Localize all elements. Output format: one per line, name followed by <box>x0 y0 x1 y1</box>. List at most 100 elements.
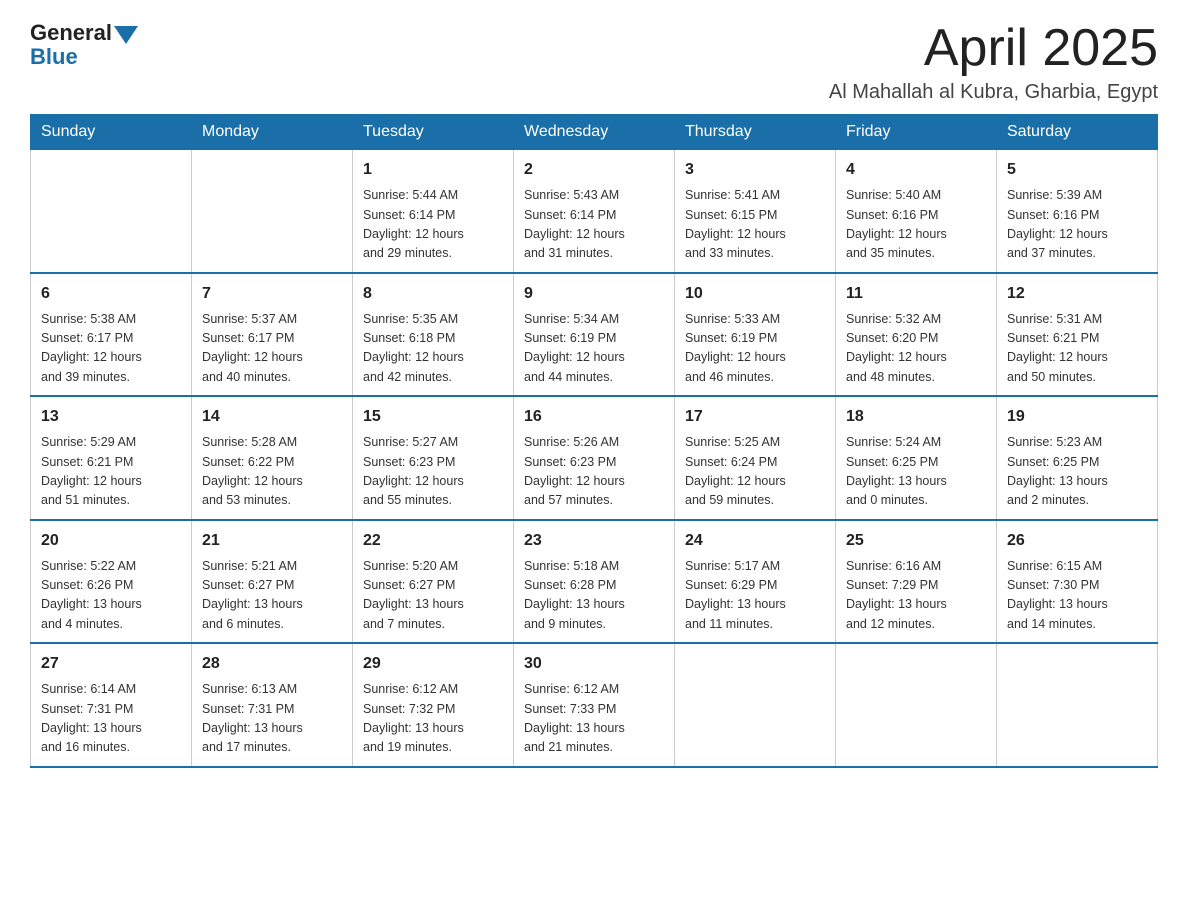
day-number: 3 <box>685 158 825 182</box>
day-info: Sunrise: 5:35 AMSunset: 6:18 PMDaylight:… <box>363 310 503 388</box>
calendar-cell: 1 Sunrise: 5:44 AMSunset: 6:14 PMDaylight… <box>353 150 514 273</box>
calendar-cell: 6 Sunrise: 5:38 AMSunset: 6:17 PMDaylight… <box>31 273 192 397</box>
day-number: 28 <box>202 652 342 676</box>
logo-text-blue: Blue <box>30 44 138 70</box>
day-number: 14 <box>202 405 342 429</box>
day-info: Sunrise: 5:28 AMSunset: 6:22 PMDaylight:… <box>202 433 342 511</box>
calendar-cell: 18 Sunrise: 5:24 AMSunset: 6:25 PMDayligh… <box>836 396 997 520</box>
calendar-cell: 8 Sunrise: 5:35 AMSunset: 6:18 PMDaylight… <box>353 273 514 397</box>
weekday-header-wednesday: Wednesday <box>514 115 675 150</box>
day-info: Sunrise: 6:12 AMSunset: 7:33 PMDaylight:… <box>524 680 664 758</box>
day-info: Sunrise: 6:14 AMSunset: 7:31 PMDaylight:… <box>41 680 181 758</box>
day-info: Sunrise: 6:15 AMSunset: 7:30 PMDaylight:… <box>1007 557 1147 635</box>
calendar-cell: 15 Sunrise: 5:27 AMSunset: 6:23 PMDayligh… <box>353 396 514 520</box>
day-number: 15 <box>363 405 503 429</box>
calendar-table: SundayMondayTuesdayWednesdayThursdayFrid… <box>30 114 1158 768</box>
day-number: 2 <box>524 158 664 182</box>
day-info: Sunrise: 5:44 AMSunset: 6:14 PMDaylight:… <box>363 186 503 264</box>
day-info: Sunrise: 6:12 AMSunset: 7:32 PMDaylight:… <box>363 680 503 758</box>
calendar-cell: 16 Sunrise: 5:26 AMSunset: 6:23 PMDayligh… <box>514 396 675 520</box>
day-number: 22 <box>363 529 503 553</box>
day-number: 16 <box>524 405 664 429</box>
day-info: Sunrise: 5:43 AMSunset: 6:14 PMDaylight:… <box>524 186 664 264</box>
calendar-cell: 27Sunrise: 6:14 AMSunset: 7:31 PMDayligh… <box>31 643 192 767</box>
day-number: 6 <box>41 282 181 306</box>
calendar-cell: 3 Sunrise: 5:41 AMSunset: 6:15 PMDaylight… <box>675 150 836 273</box>
page-header: General Blue April 2025 Al Mahallah al K… <box>30 20 1158 104</box>
day-number: 30 <box>524 652 664 676</box>
weekday-header-saturday: Saturday <box>997 115 1158 150</box>
day-info: Sunrise: 5:33 AMSunset: 6:19 PMDaylight:… <box>685 310 825 388</box>
calendar-week-row: 20Sunrise: 5:22 AMSunset: 6:26 PMDayligh… <box>31 520 1158 644</box>
calendar-subtitle: Al Mahallah al Kubra, Gharbia, Egypt <box>829 81 1158 104</box>
day-info: Sunrise: 5:38 AMSunset: 6:17 PMDaylight:… <box>41 310 181 388</box>
calendar-cell: 21 Sunrise: 5:21 AMSunset: 6:27 PMDayligh… <box>192 520 353 644</box>
day-number: 25 <box>846 529 986 553</box>
day-info: Sunrise: 5:29 AMSunset: 6:21 PMDaylight:… <box>41 433 181 511</box>
day-number: 12 <box>1007 282 1147 306</box>
day-info: Sunrise: 6:16 AMSunset: 7:29 PMDaylight:… <box>846 557 986 635</box>
calendar-cell: 26 Sunrise: 6:15 AMSunset: 7:30 PMDayligh… <box>997 520 1158 644</box>
calendar-cell <box>675 643 836 767</box>
day-info: Sunrise: 5:27 AMSunset: 6:23 PMDaylight:… <box>363 433 503 511</box>
calendar-cell <box>997 643 1158 767</box>
day-number: 11 <box>846 282 986 306</box>
calendar-cell: 11Sunrise: 5:32 AMSunset: 6:20 PMDayligh… <box>836 273 997 397</box>
day-info: Sunrise: 5:24 AMSunset: 6:25 PMDaylight:… <box>846 433 986 511</box>
calendar-week-row: 1 Sunrise: 5:44 AMSunset: 6:14 PMDaylight… <box>31 150 1158 273</box>
calendar-cell: 14 Sunrise: 5:28 AMSunset: 6:22 PMDayligh… <box>192 396 353 520</box>
calendar-cell <box>192 150 353 273</box>
calendar-cell: 24 Sunrise: 5:17 AMSunset: 6:29 PMDayligh… <box>675 520 836 644</box>
weekday-header-friday: Friday <box>836 115 997 150</box>
day-number: 21 <box>202 529 342 553</box>
day-info: Sunrise: 5:17 AMSunset: 6:29 PMDaylight:… <box>685 557 825 635</box>
calendar-week-row: 6 Sunrise: 5:38 AMSunset: 6:17 PMDaylight… <box>31 273 1158 397</box>
weekday-header-sunday: Sunday <box>31 115 192 150</box>
calendar-cell <box>31 150 192 273</box>
day-info: Sunrise: 5:18 AMSunset: 6:28 PMDaylight:… <box>524 557 664 635</box>
weekday-header-thursday: Thursday <box>675 115 836 150</box>
day-info: Sunrise: 5:41 AMSunset: 6:15 PMDaylight:… <box>685 186 825 264</box>
calendar-cell: 7 Sunrise: 5:37 AMSunset: 6:17 PMDaylight… <box>192 273 353 397</box>
calendar-cell: 23 Sunrise: 5:18 AMSunset: 6:28 PMDayligh… <box>514 520 675 644</box>
logo-text-general: General <box>30 20 112 46</box>
calendar-cell: 4 Sunrise: 5:40 AMSunset: 6:16 PMDaylight… <box>836 150 997 273</box>
day-number: 4 <box>846 158 986 182</box>
day-number: 8 <box>363 282 503 306</box>
calendar-cell: 10 Sunrise: 5:33 AMSunset: 6:19 PMDayligh… <box>675 273 836 397</box>
logo-triangle-icon <box>114 26 138 44</box>
day-number: 9 <box>524 282 664 306</box>
day-number: 23 <box>524 529 664 553</box>
day-info: Sunrise: 5:21 AMSunset: 6:27 PMDaylight:… <box>202 557 342 635</box>
day-number: 18 <box>846 405 986 429</box>
calendar-cell: 19 Sunrise: 5:23 AMSunset: 6:25 PMDayligh… <box>997 396 1158 520</box>
calendar-cell: 28Sunrise: 6:13 AMSunset: 7:31 PMDayligh… <box>192 643 353 767</box>
day-number: 24 <box>685 529 825 553</box>
day-number: 26 <box>1007 529 1147 553</box>
calendar-cell: 29Sunrise: 6:12 AMSunset: 7:32 PMDayligh… <box>353 643 514 767</box>
day-number: 5 <box>1007 158 1147 182</box>
calendar-cell <box>836 643 997 767</box>
day-info: Sunrise: 5:23 AMSunset: 6:25 PMDaylight:… <box>1007 433 1147 511</box>
day-number: 17 <box>685 405 825 429</box>
calendar-cell: 17 Sunrise: 5:25 AMSunset: 6:24 PMDayligh… <box>675 396 836 520</box>
day-info: Sunrise: 5:25 AMSunset: 6:24 PMDaylight:… <box>685 433 825 511</box>
day-number: 13 <box>41 405 181 429</box>
day-number: 19 <box>1007 405 1147 429</box>
day-info: Sunrise: 5:26 AMSunset: 6:23 PMDaylight:… <box>524 433 664 511</box>
day-info: Sunrise: 5:37 AMSunset: 6:17 PMDaylight:… <box>202 310 342 388</box>
calendar-week-row: 13 Sunrise: 5:29 AMSunset: 6:21 PMDayligh… <box>31 396 1158 520</box>
day-info: Sunrise: 5:40 AMSunset: 6:16 PMDaylight:… <box>846 186 986 264</box>
calendar-header-row: SundayMondayTuesdayWednesdayThursdayFrid… <box>31 115 1158 150</box>
calendar-cell: 5 Sunrise: 5:39 AMSunset: 6:16 PMDaylight… <box>997 150 1158 273</box>
day-number: 10 <box>685 282 825 306</box>
day-info: Sunrise: 5:31 AMSunset: 6:21 PMDaylight:… <box>1007 310 1147 388</box>
calendar-cell: 13 Sunrise: 5:29 AMSunset: 6:21 PMDayligh… <box>31 396 192 520</box>
calendar-cell: 9Sunrise: 5:34 AMSunset: 6:19 PMDaylight… <box>514 273 675 397</box>
day-info: Sunrise: 5:39 AMSunset: 6:16 PMDaylight:… <box>1007 186 1147 264</box>
calendar-cell: 30 Sunrise: 6:12 AMSunset: 7:33 PMDayligh… <box>514 643 675 767</box>
calendar-cell: 22Sunrise: 5:20 AMSunset: 6:27 PMDayligh… <box>353 520 514 644</box>
day-number: 1 <box>363 158 503 182</box>
day-number: 7 <box>202 282 342 306</box>
calendar-cell: 20Sunrise: 5:22 AMSunset: 6:26 PMDayligh… <box>31 520 192 644</box>
